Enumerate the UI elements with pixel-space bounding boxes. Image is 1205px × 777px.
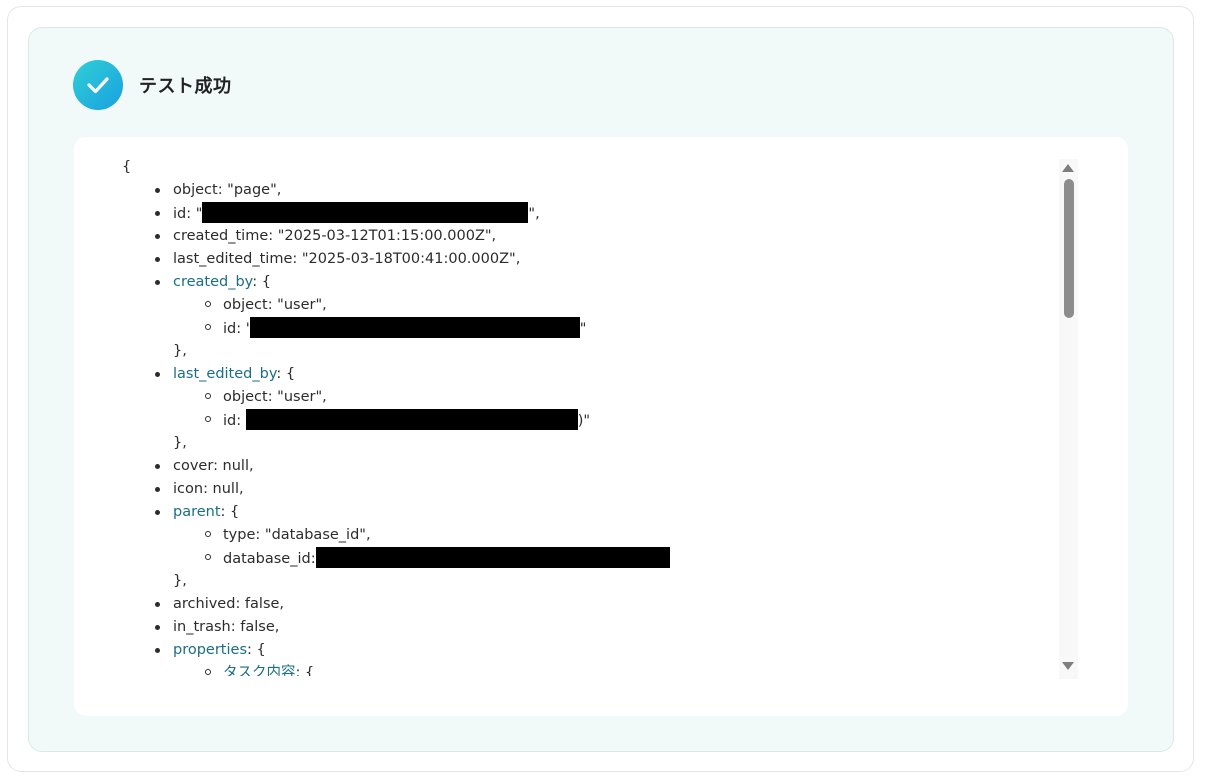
json-value: : "2025-03-18T00:41:00.000Z", — [292, 251, 521, 267]
json-value: }, — [173, 343, 187, 359]
check-circle-icon — [73, 60, 123, 110]
json-value: : " — [186, 206, 203, 222]
json-line: id: " ", — [155, 202, 540, 226]
json-line: cover: null, — [155, 455, 254, 478]
json-value: : { — [276, 366, 296, 382]
json-close-brace: }, — [173, 432, 187, 455]
json-key: id — [223, 321, 237, 337]
json-line: id: )" — [204, 409, 591, 433]
result-title: テスト成功 — [139, 76, 232, 97]
json-key: object — [223, 297, 268, 313]
json-key: type — [223, 527, 256, 543]
json-key: object — [173, 182, 218, 198]
arrow-up-icon[interactable] — [1062, 164, 1074, 172]
json-line: in_trash: false, — [154, 616, 280, 639]
redacted-block — [315, 547, 670, 568]
json-key: last_edited_time — [173, 251, 293, 267]
json-line: archived: false, — [154, 593, 285, 616]
json-line: last_edited_by: { — [154, 363, 296, 386]
json-value: : false, — [230, 619, 280, 635]
json-value: : { — [247, 642, 266, 658]
json-value: : "2025-03-12T01:15:00.000Z", — [268, 228, 497, 244]
json-line: icon: null, — [155, 478, 244, 501]
json-line: object: "user", — [205, 386, 327, 409]
json-line: database_id: — [205, 547, 670, 571]
json-value: : "user", — [267, 389, 327, 405]
json-line: created_time: "2025-03-12T01:15:00.000Z"… — [154, 225, 497, 248]
arrow-down-icon[interactable] — [1062, 662, 1074, 670]
json-close-brace: }, — [173, 340, 187, 363]
json-key-link[interactable]: parent — [173, 504, 221, 520]
json-key: in_trash — [173, 619, 231, 635]
json-value-suffix: )" — [577, 413, 591, 429]
json-key: icon — [173, 481, 204, 497]
json-value: : { — [252, 274, 271, 290]
json-value: }, — [173, 573, 187, 589]
json-value-suffix: ", — [528, 206, 540, 222]
json-line: タスク内容: { — [204, 662, 315, 676]
json-key: database_id — [223, 551, 311, 567]
test-result-header: テスト成功 — [73, 60, 232, 110]
redacted-block — [245, 409, 578, 430]
json-key: cover — [173, 458, 214, 474]
json-line: object: "user", — [205, 294, 327, 317]
json-value: : "page", — [217, 182, 282, 198]
json-key-link[interactable]: created_by — [173, 274, 252, 290]
json-line: created_by: { — [155, 271, 271, 294]
json-line: parent: { — [154, 501, 240, 524]
json-value: : { — [220, 504, 240, 520]
json-key: created_time — [173, 228, 269, 244]
json-output-panel: { object: "page", id: " ", created_time: "2… — [74, 137, 1128, 716]
json-value: : false, — [235, 596, 285, 612]
json-value: : { — [295, 665, 315, 676]
json-key-link[interactable]: last_edited_by — [173, 366, 276, 382]
json-key: object — [223, 389, 268, 405]
json-line: properties: { — [155, 639, 266, 662]
json-key-link[interactable]: タスク内容 — [223, 665, 296, 676]
json-open-brace: { — [122, 159, 132, 175]
json-line: id: ' " — [204, 317, 587, 341]
json-value: : null, — [213, 458, 254, 474]
json-value: : ' — [236, 321, 250, 337]
json-key: id — [223, 413, 237, 429]
json-value: : "user", — [267, 297, 327, 313]
scrollbar[interactable] — [1059, 159, 1078, 679]
json-line: type: "database_id", — [205, 524, 371, 547]
json-key: id — [173, 206, 187, 222]
json-close-brace: }, — [173, 570, 187, 593]
json-key: archived — [173, 596, 236, 612]
json-tree: { object: "page", id: " ", created_time: "2… — [74, 137, 1074, 676]
redacted-block — [249, 317, 580, 338]
scrollbar-thumb[interactable] — [1064, 179, 1074, 318]
json-value: : null, — [203, 481, 244, 497]
json-value: : "database_id", — [255, 527, 371, 543]
json-line: object: "page", — [154, 179, 282, 202]
json-value: : — [236, 413, 246, 429]
json-line: last_edited_time: "2025-03-18T00:41:00.0… — [154, 248, 521, 271]
redacted-block — [202, 202, 529, 223]
json-key-link[interactable]: properties — [173, 642, 247, 658]
json-value-suffix: " — [579, 321, 587, 337]
json-value: }, — [173, 435, 187, 451]
